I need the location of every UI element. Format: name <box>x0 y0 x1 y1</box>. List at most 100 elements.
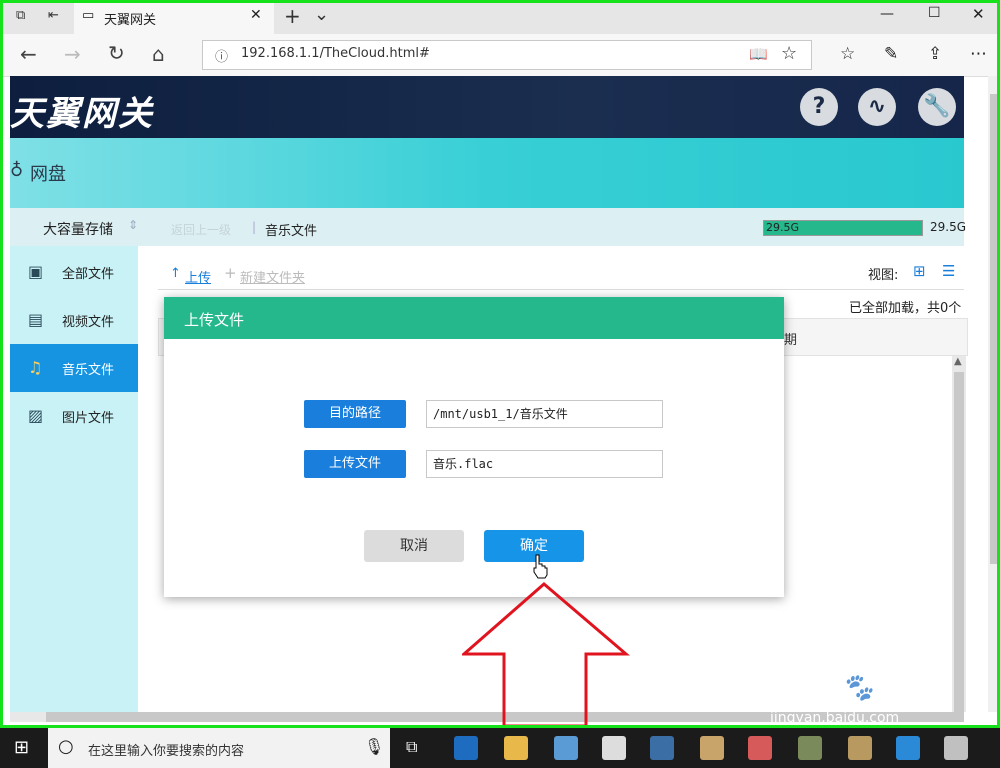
sidebar-item-video[interactable]: ▤ 视频文件 <box>10 296 138 344</box>
set-aside-tabs-icon[interactable]: ⇤ <box>48 8 59 23</box>
tab-preview-icon[interactable]: ⧉ <box>16 8 25 23</box>
divider <box>158 289 964 290</box>
app-icon-3[interactable] <box>798 736 822 760</box>
sidebar: ▣ 全部文件 ▤ 视频文件 ♫ 音乐文件 ▨ 图片文件 <box>10 246 138 712</box>
file-name-field[interactable]: 音乐.flac <box>426 450 663 478</box>
back-up-link[interactable]: 返回上一级 <box>171 221 231 238</box>
cancel-button[interactable]: 取消 <box>364 530 464 562</box>
close-tab-icon[interactable]: ✕ <box>250 7 262 23</box>
baidu-watermark: Bai🐾经验 <box>770 660 926 706</box>
microphone-icon[interactable]: 🎙 <box>364 737 384 756</box>
edge-taskbar-icon[interactable] <box>454 736 478 760</box>
dest-path-field[interactable]: /mnt/usb1_1/音乐文件 <box>426 400 663 428</box>
film-icon: ▤ <box>28 310 44 329</box>
dialog-title: 上传文件 <box>184 311 245 329</box>
annotation-arrow-icon <box>462 582 630 728</box>
app-icon-1[interactable] <box>650 736 674 760</box>
sidebar-item-music[interactable]: ♫ 音乐文件 <box>10 344 138 392</box>
choose-file-button[interactable]: 上传文件 <box>304 450 406 478</box>
watermark-site: jingyan.baidu.com <box>770 710 900 726</box>
scroll-up-icon[interactable]: ▲ <box>954 356 962 367</box>
sidebar-item-label: 视频文件 <box>62 315 115 330</box>
cortana-circle-icon: ○ <box>58 736 74 757</box>
maximize-icon[interactable]: ☐ <box>928 5 941 21</box>
url-text: 192.168.1.1/TheCloud.html# <box>241 46 430 61</box>
page-scroll-thumb[interactable] <box>990 94 998 564</box>
watermark-brand: Bai <box>770 660 842 706</box>
sidebar-item-label: 全部文件 <box>62 267 115 282</box>
favorites-hub-icon[interactable]: ☆ <box>840 44 855 64</box>
section-banner: ♁ 网盘 <box>10 138 964 208</box>
ie-icon[interactable] <box>896 736 920 760</box>
store-icon[interactable] <box>554 736 578 760</box>
load-status: 已全部加载，共0个 <box>849 301 962 316</box>
browser-tab-bar: ⧉ ⇤ ▭ 天翼网关 ✕ + ⌄ — ☐ ✕ <box>0 0 1000 34</box>
watermark-brand-rest: 经验 <box>873 673 926 703</box>
upload-arrow-icon[interactable]: ↑ <box>170 266 181 281</box>
sort-arrows-icon[interactable]: ⇕ <box>128 218 138 232</box>
tab-title: 天翼网关 <box>104 13 157 28</box>
address-bar[interactable]: ⓘ 192.168.1.1/TheCloud.html# 📖 ☆ <box>202 40 812 70</box>
active-pointer <box>130 362 138 380</box>
app-icon-4[interactable] <box>848 736 872 760</box>
web-note-icon[interactable]: ✎ <box>884 44 898 64</box>
taskbar-search[interactable]: ○ 在这里输入你要搜索的内容 🎙 <box>48 728 390 768</box>
new-folder-link[interactable]: 新建文件夹 <box>240 267 305 286</box>
search-placeholder: 在这里输入你要搜索的内容 <box>88 744 245 759</box>
music-icon: ♫ <box>28 358 43 377</box>
table-scroll-thumb[interactable] <box>954 372 964 712</box>
share-icon[interactable]: ⇪ <box>928 44 942 64</box>
browser-tab[interactable]: ▭ 天翼网关 ✕ <box>74 0 274 34</box>
plus-icon: + <box>224 264 237 282</box>
date-column-header[interactable]: 期 <box>784 329 797 348</box>
file-explorer-icon[interactable] <box>504 736 528 760</box>
paint-icon[interactable] <box>700 736 724 760</box>
paw-icon: 🐾 <box>841 673 874 703</box>
hand-cursor-icon <box>533 554 548 579</box>
storage-bar: 大容量存储 ⇕ 返回上一级 | 音乐文件 29.5G 29.5G <box>10 208 967 247</box>
dest-path-button[interactable]: 目的路径 <box>304 400 406 428</box>
app-icon-5[interactable] <box>944 736 968 760</box>
grid-view-icon[interactable]: ⊞ <box>913 262 926 280</box>
box-icon: ▣ <box>28 262 44 281</box>
task-view-icon[interactable]: ⧉ <box>406 737 417 757</box>
more-icon[interactable]: ⋯ <box>970 44 987 64</box>
home-icon[interactable]: ⌂ <box>152 42 165 66</box>
close-window-icon[interactable]: ✕ <box>972 5 985 23</box>
info-icon[interactable]: ⓘ <box>215 46 228 65</box>
taskbar: ⊞ ○ 在这里输入你要搜索的内容 🎙 ⧉ <box>0 728 1000 768</box>
network-status-icon[interactable]: ∿ <box>858 88 896 126</box>
sidebar-item-label: 音乐文件 <box>62 363 115 378</box>
view-label: 视图: <box>868 268 899 283</box>
mail-icon[interactable] <box>602 736 626 760</box>
breadcrumb-separator: | <box>252 220 257 234</box>
help-icon[interactable]: ? <box>800 88 838 126</box>
settings-wrench-icon[interactable]: 🔧 <box>918 88 956 126</box>
back-icon[interactable]: ← <box>20 42 37 66</box>
forward-icon[interactable]: → <box>64 42 81 66</box>
dialog-header: 上传文件 <box>164 297 784 339</box>
list-view-icon[interactable]: ☰ <box>942 262 955 280</box>
favorite-star-icon[interactable]: ☆ <box>781 43 797 64</box>
reading-view-icon[interactable]: 📖 <box>749 45 768 63</box>
gateway-logo: 天翼网关 <box>10 94 154 134</box>
storage-total: 29.5G <box>930 220 967 234</box>
new-tab-button[interactable]: + <box>284 4 301 28</box>
image-icon: ▨ <box>28 406 44 425</box>
sidebar-item-all-files[interactable]: ▣ 全部文件 <box>10 248 138 296</box>
storage-device-select[interactable]: 大容量存储 <box>43 219 113 239</box>
sidebar-item-pictures[interactable]: ▨ 图片文件 <box>10 392 138 440</box>
storage-used: 29.5G <box>766 221 800 234</box>
sidebar-item-label: 图片文件 <box>62 411 115 426</box>
storage-usage-bar: 29.5G <box>763 220 923 236</box>
windows-start-icon[interactable]: ⊞ <box>14 737 29 758</box>
section-title: 网盘 <box>30 164 66 185</box>
breadcrumb-current: 音乐文件 <box>265 224 318 239</box>
refresh-icon[interactable]: ↻ <box>108 41 125 65</box>
tab-list-button[interactable]: ⌄ <box>314 4 329 25</box>
app-icon-2[interactable] <box>748 736 772 760</box>
upload-link[interactable]: 上传 <box>185 267 211 286</box>
minimize-icon[interactable]: — <box>880 6 894 22</box>
upload-dialog: 上传文件 目的路径 /mnt/usb1_1/音乐文件 上传文件 音乐.flac … <box>164 297 784 597</box>
page-icon: ▭ <box>82 8 95 23</box>
